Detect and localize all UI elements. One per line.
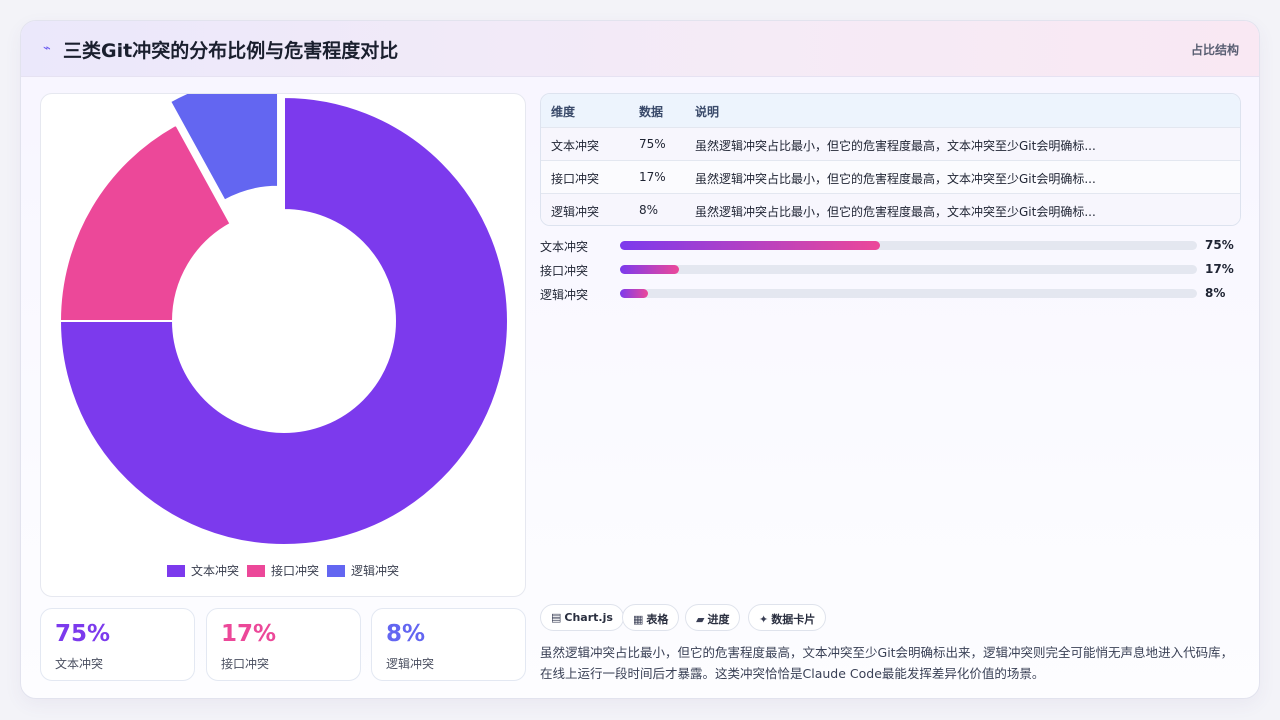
section-tag: 占比结构	[1190, 43, 1239, 57]
page-title: 三类Git冲突的分布比例与危害程度对比	[63, 40, 399, 62]
doughnut-chart	[58, 94, 509, 546]
data-table: 维度 数据 说明 文本冲突 75% 虽然逻辑冲突占比最小，但它的危害程度最高，文…	[540, 93, 1241, 226]
lightning-icon: ⌁	[43, 41, 51, 56]
progress-fill	[620, 265, 679, 274]
legend-swatch	[327, 565, 345, 577]
description-text: 虽然逻辑冲突占比最小，但它的危害程度最高，文本冲突至少Git会明确标出来，逻辑冲…	[540, 645, 1234, 681]
main-card: ⌁ 三类Git冲突的分布比例与危害程度对比 占比结构 文本冲突 接口冲突 逻辑冲突 …	[20, 20, 1260, 699]
column-header: 数据	[639, 105, 664, 119]
table-row: 文本冲突 75% 虽然逻辑冲突占比最小，但它的危害程度最高，文本冲突至少Git会…	[541, 127, 1240, 160]
legend-label: 逻辑冲突	[351, 564, 400, 578]
table-header-row: 维度 数据 说明	[541, 94, 1240, 127]
table-cell: 8%	[639, 203, 659, 217]
column-header: 维度	[551, 105, 576, 119]
progress-label: 逻辑冲突	[540, 288, 589, 302]
table-cell: 文本冲突	[551, 139, 600, 153]
doughnut-chart-panel: 文本冲突 接口冲突 逻辑冲突	[40, 93, 526, 597]
progress-track	[620, 289, 1197, 298]
stat-label: 逻辑冲突	[386, 657, 435, 671]
chart-legend: 文本冲突 接口冲突 逻辑冲突	[41, 562, 525, 579]
chart-icon: ▤	[551, 611, 562, 624]
header-bar: ⌁ 三类Git冲突的分布比例与危害程度对比 占比结构	[21, 21, 1259, 77]
chip-label: 进度	[707, 613, 730, 626]
stat-label: 接口冲突	[221, 657, 270, 671]
progress-track	[620, 265, 1197, 274]
table-cell: 虽然逻辑冲突占比最小，但它的危害程度最高，文本冲突至少Git会明确标...	[695, 205, 1096, 219]
legend-label: 接口冲突	[270, 564, 319, 578]
column-header: 说明	[695, 105, 720, 119]
chip-label: 数据卡片	[771, 613, 816, 626]
legend-item[interactable]: 接口冲突	[246, 562, 319, 579]
table-row: 逻辑冲突 8% 虽然逻辑冲突占比最小，但它的危害程度最高，文本冲突至少Git会明…	[541, 193, 1240, 225]
progress-fill	[620, 289, 648, 298]
legend-item[interactable]: 逻辑冲突	[327, 562, 399, 579]
chip-label: 表格	[646, 613, 669, 626]
progress-label: 接口冲突	[540, 264, 589, 278]
table-row: 接口冲突 17% 虽然逻辑冲突占比最小，但它的危害程度最高，文本冲突至少Git会…	[541, 160, 1240, 193]
stat-card-logic: 8% 逻辑冲突	[371, 608, 526, 681]
chip-chartjs[interactable]: ▤ Chart.js	[540, 604, 624, 631]
table-cell: 虽然逻辑冲突占比最小，但它的危害程度最高，文本冲突至少Git会明确标...	[695, 172, 1096, 186]
stat-value: 17%	[221, 621, 277, 647]
stat-value: 75%	[55, 621, 111, 647]
chip-table[interactable]: ▦ 表格	[622, 604, 680, 631]
chip-progress[interactable]: ▰ 进度	[685, 604, 741, 631]
legend-item[interactable]: 文本冲突	[166, 562, 239, 579]
progress-fill	[620, 241, 880, 250]
progress-row-logic: 逻辑冲突 8%	[540, 286, 1242, 302]
progress-percent: 17%	[1205, 262, 1234, 276]
progress-row-text: 文本冲突 75%	[540, 238, 1242, 254]
table-icon: ▦	[633, 613, 644, 626]
table-cell: 逻辑冲突	[551, 205, 600, 219]
sparkle-icon: ✦	[759, 613, 769, 626]
chip-data-card[interactable]: ✦ 数据卡片	[748, 604, 827, 631]
progress-track	[620, 241, 1197, 250]
table-cell: 75%	[639, 137, 666, 151]
progress-percent: 75%	[1205, 238, 1234, 252]
legend-swatch	[166, 565, 185, 577]
progress-row-interface: 接口冲突 17%	[540, 262, 1242, 278]
legend-label: 文本冲突	[190, 564, 239, 578]
chip-label: Chart.js	[564, 611, 613, 624]
stat-value: 8%	[386, 621, 426, 647]
table-cell: 虽然逻辑冲突占比最小，但它的危害程度最高，文本冲突至少Git会明确标...	[695, 139, 1096, 153]
stat-card-interface: 17% 接口冲突	[206, 608, 361, 681]
progress-label: 文本冲突	[540, 240, 589, 254]
table-cell: 接口冲突	[551, 172, 600, 186]
stat-card-text: 75% 文本冲突	[40, 608, 195, 681]
legend-swatch	[246, 565, 265, 577]
table-cell: 17%	[639, 170, 666, 184]
stat-label: 文本冲突	[55, 657, 104, 671]
progress-percent: 8%	[1205, 286, 1226, 300]
progress-icon: ▰	[696, 613, 705, 626]
